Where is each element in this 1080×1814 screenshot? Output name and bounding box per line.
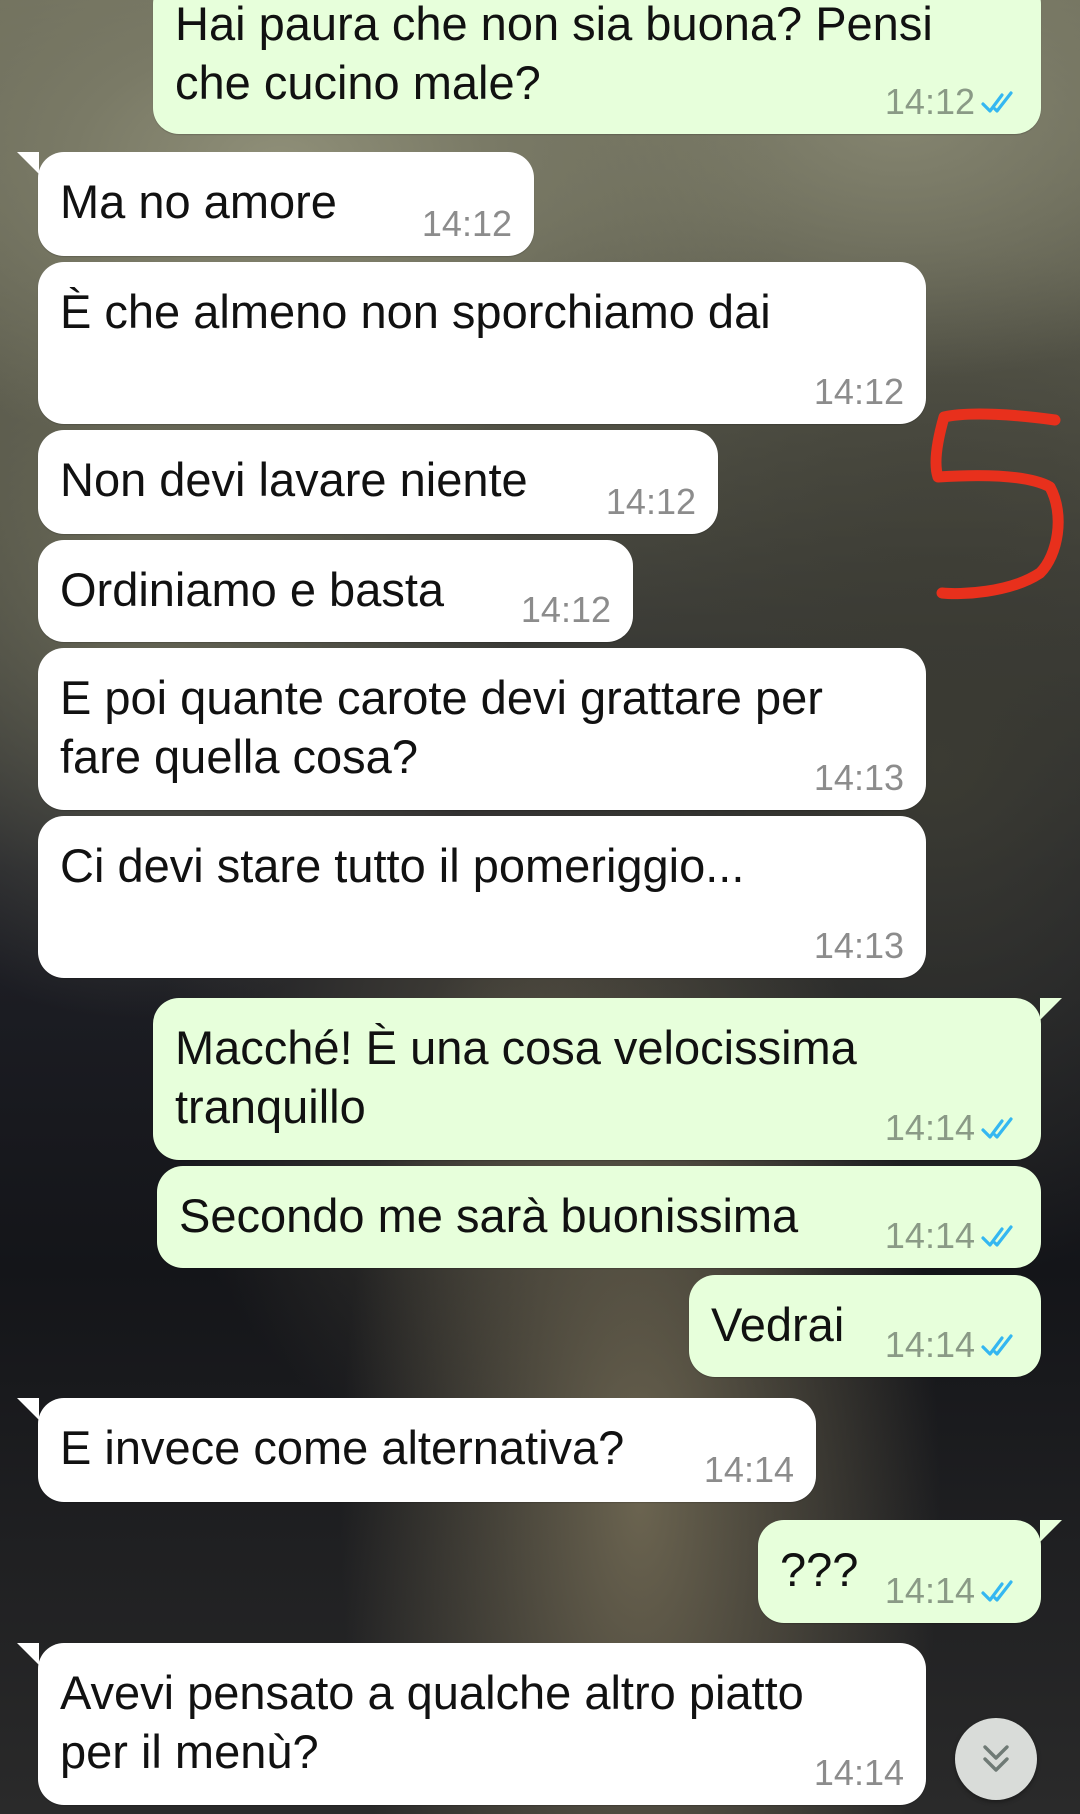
message-meta: 14:14: [885, 1571, 1021, 1611]
message-text: Avevi pensato a qualche altro piatto per…: [60, 1666, 804, 1778]
message-text: E invece come alternativa?: [60, 1421, 625, 1474]
message-time: 14:14: [703, 1449, 794, 1490]
handwritten-annotation-s: [930, 408, 1064, 600]
message-outgoing[interactable]: Vedrai 14:14: [689, 1275, 1041, 1377]
message-time: 14:13: [813, 925, 904, 966]
message-meta: 14:13: [814, 758, 904, 798]
message-meta: 14:12: [606, 482, 696, 522]
message-meta: 14:14: [885, 1216, 1021, 1256]
bubble-tail: [17, 1643, 39, 1665]
message-time: 14:12: [520, 589, 611, 630]
double-check-icon: [981, 1334, 1013, 1356]
message-meta: 14:14: [704, 1450, 794, 1490]
chat-conversation: Hai paura che non sia buona? Pensi che c…: [0, 0, 1080, 1814]
message-time: 14:14: [884, 1215, 975, 1256]
message-time: 14:13: [813, 757, 904, 798]
message-meta: 14:12: [885, 82, 1021, 122]
message-incoming[interactable]: Ma no amore 14:12: [38, 152, 534, 256]
message-incoming[interactable]: Ci devi stare tutto il pomeriggio... 14:…: [38, 816, 926, 978]
message-outgoing[interactable]: Secondo me sarà buonissima 14:14: [157, 1166, 1041, 1268]
message-meta: 14:13: [814, 926, 904, 966]
message-incoming[interactable]: È che almeno non sporchiamo dai 14:12: [38, 262, 926, 424]
message-outgoing[interactable]: ??? 14:14: [758, 1520, 1041, 1623]
message-time: 14:14: [813, 1752, 904, 1793]
message-text: È che almeno non sporchiamo dai: [60, 285, 771, 338]
message-incoming[interactable]: Non devi lavare niente 14:12: [38, 430, 718, 534]
bubble-tail: [17, 1398, 39, 1420]
message-meta: 14:12: [422, 204, 512, 244]
bubble-tail: [1040, 998, 1062, 1020]
message-text: E poi quante carote devi grattare per fa…: [60, 671, 823, 783]
message-incoming[interactable]: E invece come alternativa? 14:14: [38, 1398, 816, 1502]
double-check-icon: [981, 1117, 1013, 1139]
message-meta: 14:12: [814, 372, 904, 412]
message-time: 14:12: [421, 203, 512, 244]
double-check-icon: [981, 1580, 1013, 1602]
message-text: Non devi lavare niente: [60, 453, 528, 506]
message-time: 14:12: [605, 481, 696, 522]
message-time: 14:14: [884, 1324, 975, 1365]
message-meta: 14:12: [521, 590, 611, 630]
scroll-to-bottom-button[interactable]: [955, 1718, 1037, 1800]
message-meta: 14:14: [885, 1108, 1021, 1148]
message-meta: 14:14: [814, 1753, 904, 1793]
bubble-tail: [1040, 1520, 1062, 1542]
message-outgoing[interactable]: Hai paura che non sia buona? Pensi che c…: [153, 0, 1041, 134]
chevron-double-down-icon: [983, 1745, 1009, 1772]
message-time: 14:12: [813, 371, 904, 412]
message-time: 14:12: [884, 81, 975, 122]
message-outgoing[interactable]: Macché! È una cosa velocissima tranquill…: [153, 998, 1041, 1160]
double-check-icon: [981, 91, 1013, 113]
message-meta: 14:14: [885, 1325, 1021, 1365]
message-text: Ci devi stare tutto il pomeriggio...: [60, 839, 745, 892]
double-check-icon: [981, 1225, 1013, 1247]
message-time: 14:14: [884, 1107, 975, 1148]
message-incoming[interactable]: Avevi pensato a qualche altro piatto per…: [38, 1643, 926, 1805]
bubble-tail: [17, 152, 39, 174]
message-incoming[interactable]: E poi quante carote devi grattare per fa…: [38, 648, 926, 810]
message-time: 14:14: [884, 1570, 975, 1611]
message-incoming[interactable]: Ordiniamo e basta 14:12: [38, 540, 633, 642]
